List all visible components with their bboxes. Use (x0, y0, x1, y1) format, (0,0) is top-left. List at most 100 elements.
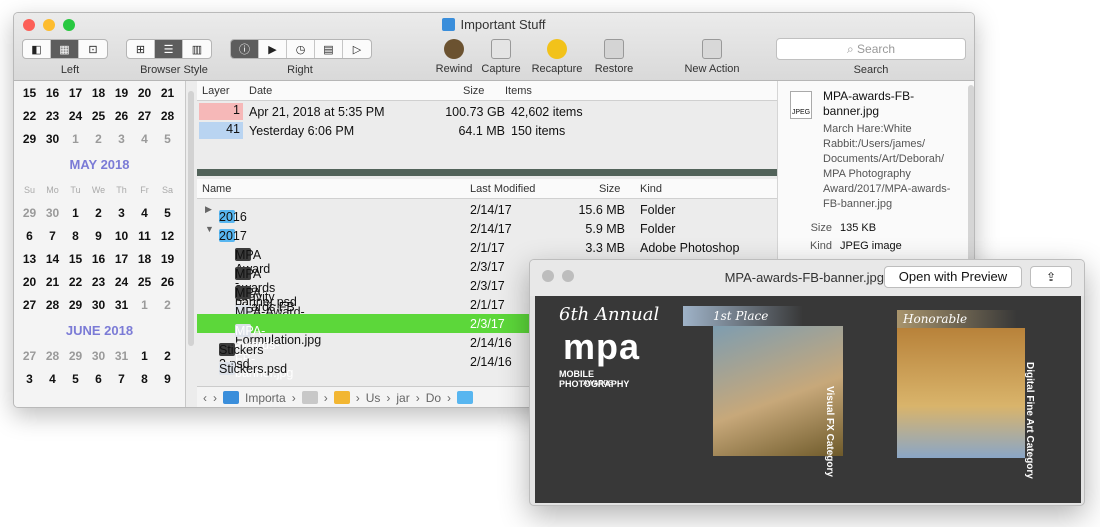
calendar-day[interactable]: 29 (64, 349, 87, 363)
calendar-day[interactable]: 28 (41, 298, 64, 312)
file-size-column-header[interactable]: Size (599, 183, 620, 195)
panel-right-icon[interactable]: ▷ (343, 40, 371, 58)
calendar-day[interactable]: 3 (110, 132, 133, 146)
list-icon[interactable]: ▤ (315, 40, 343, 58)
calendar-day[interactable]: 21 (156, 86, 179, 100)
path-segment[interactable]: jar (396, 391, 409, 405)
calendar-day[interactable]: 28 (156, 109, 179, 123)
path-segment[interactable]: Do (426, 391, 441, 405)
calendar-day[interactable]: 2 (87, 132, 110, 146)
drive-icon[interactable]: ⊡ (79, 40, 107, 58)
calendar-day[interactable]: 12 (156, 229, 179, 243)
calendar-day[interactable]: 7 (110, 372, 133, 386)
calendar-day[interactable]: 26 (110, 109, 133, 123)
calendar-day[interactable]: 20 (18, 275, 41, 289)
calendar-day[interactable]: 17 (64, 86, 87, 100)
calendar-day[interactable]: 28 (41, 349, 64, 363)
share-icon[interactable]: ⇪ (1030, 266, 1072, 288)
layer-column-header[interactable]: Layer (202, 85, 230, 97)
calendar-day[interactable]: 8 (133, 372, 156, 386)
close-icon[interactable] (542, 270, 554, 282)
calendar-day[interactable]: 6 (87, 372, 110, 386)
calendar-day[interactable]: 19 (156, 252, 179, 266)
calendar-day[interactable]: 5 (156, 132, 179, 146)
capture-button[interactable]: Capture (479, 39, 523, 75)
fullscreen-icon[interactable] (562, 270, 574, 282)
calendar-icon[interactable]: ▦ (51, 40, 79, 58)
calendar-day[interactable]: 24 (64, 109, 87, 123)
file-row[interactable]: ▼ 2017 2/14/17 5.9 MB Folder (197, 219, 777, 243)
calendar-day[interactable]: 13 (18, 252, 41, 266)
pane-splitter[interactable] (197, 169, 777, 176)
calendar-day[interactable]: 30 (41, 206, 64, 220)
info-scrollbar[interactable] (968, 85, 974, 275)
calendar-day[interactable]: 1 (64, 206, 87, 220)
size-column-header[interactable]: Size (463, 85, 484, 97)
calendar-day[interactable]: 2 (87, 206, 110, 220)
calendar-day[interactable]: 3 (110, 206, 133, 220)
file-row[interactable]: MPA Award - Gravity 2/1/17 3.3 MB Adobe … (197, 238, 777, 304)
calendar-day[interactable]: 29 (64, 298, 87, 312)
calendar-day[interactable]: 26 (156, 275, 179, 289)
calendar-day[interactable]: 9 (156, 372, 179, 386)
calendar-day[interactable]: 23 (87, 275, 110, 289)
calendar-day[interactable]: 1 (133, 298, 156, 312)
left-sidebar-toggle-icon[interactable]: ◧ (23, 40, 51, 58)
calendar-day[interactable]: 23 (41, 109, 64, 123)
calendar-day[interactable]: 2 (156, 298, 179, 312)
calendar-day[interactable]: 4 (41, 372, 64, 386)
disclosure-triangle-icon[interactable]: ▶ (205, 204, 212, 215)
list-view-icon[interactable]: ☰ (155, 40, 183, 58)
calendar-day[interactable]: 7 (41, 229, 64, 243)
calendar-day[interactable]: 20 (133, 86, 156, 100)
open-with-preview-button[interactable]: Open with Preview (884, 266, 1022, 288)
calendar-day[interactable]: 16 (41, 86, 64, 100)
calendar-day[interactable]: 9 (87, 229, 110, 243)
calendar-day[interactable]: 8 (64, 229, 87, 243)
info-icon[interactable]: ⓘ (231, 40, 259, 58)
disclosure-triangle-icon[interactable]: ▼ (205, 224, 214, 234)
items-column-header[interactable]: Items (505, 85, 532, 97)
column-view-icon[interactable]: ▥ (183, 40, 211, 58)
recapture-button[interactable]: Recapture (527, 39, 587, 75)
back-icon[interactable]: ‹ (203, 391, 207, 405)
calendar-day[interactable]: 27 (133, 109, 156, 123)
kind-column-header[interactable]: Kind (640, 183, 662, 195)
calendar-day[interactable]: 22 (18, 109, 41, 123)
calendar-day[interactable]: 4 (133, 206, 156, 220)
calendar-day[interactable]: 1 (133, 349, 156, 363)
date-column-header[interactable]: Date (249, 85, 272, 97)
calendar-day[interactable]: 24 (110, 275, 133, 289)
calendar-day[interactable]: 29 (18, 206, 41, 220)
calendar-day[interactable]: 15 (18, 86, 41, 100)
clock-icon[interactable]: ◷ (287, 40, 315, 58)
layer-row[interactable]: 1 Apr 21, 2018 at 5:35 PM 100.73 GB 42,6… (197, 102, 777, 121)
new-action-button[interactable]: New Action (678, 39, 746, 75)
calendar-day[interactable]: 25 (133, 275, 156, 289)
calendar-day[interactable]: 5 (64, 372, 87, 386)
rewind-button[interactable]: Rewind (432, 39, 476, 75)
calendar-day[interactable]: 30 (87, 298, 110, 312)
calendar-day[interactable]: 11 (133, 229, 156, 243)
calendar-day[interactable]: 16 (87, 252, 110, 266)
calendar-day[interactable]: 31 (110, 349, 133, 363)
calendar-day[interactable]: 1 (64, 132, 87, 146)
modified-column-header[interactable]: Last Modified (470, 183, 535, 195)
calendar-day[interactable]: 29 (18, 132, 41, 146)
restore-button[interactable]: Restore (590, 39, 638, 75)
path-segment[interactable]: Us (366, 391, 381, 405)
calendar-day[interactable]: 4 (133, 132, 156, 146)
calendar-day[interactable]: 19 (110, 86, 133, 100)
calendar-day[interactable]: 30 (87, 349, 110, 363)
play-icon[interactable]: ▶ (259, 40, 287, 58)
calendar-day[interactable]: 3 (18, 372, 41, 386)
icon-view-icon[interactable]: ⊞ (127, 40, 155, 58)
layer-row[interactable]: 41 Yesterday 6:06 PM 64.1 MB 150 items (197, 121, 777, 140)
file-row[interactable]: ▶ 2016 2/14/17 15.6 MB Folder (197, 200, 777, 224)
calendar-day[interactable]: 15 (64, 252, 87, 266)
calendar-day[interactable]: 18 (87, 86, 110, 100)
calendar-day[interactable]: 22 (64, 275, 87, 289)
forward-icon[interactable]: › (213, 391, 217, 405)
calendar-scrollbar[interactable] (188, 91, 194, 346)
name-column-header[interactable]: Name (202, 183, 231, 195)
